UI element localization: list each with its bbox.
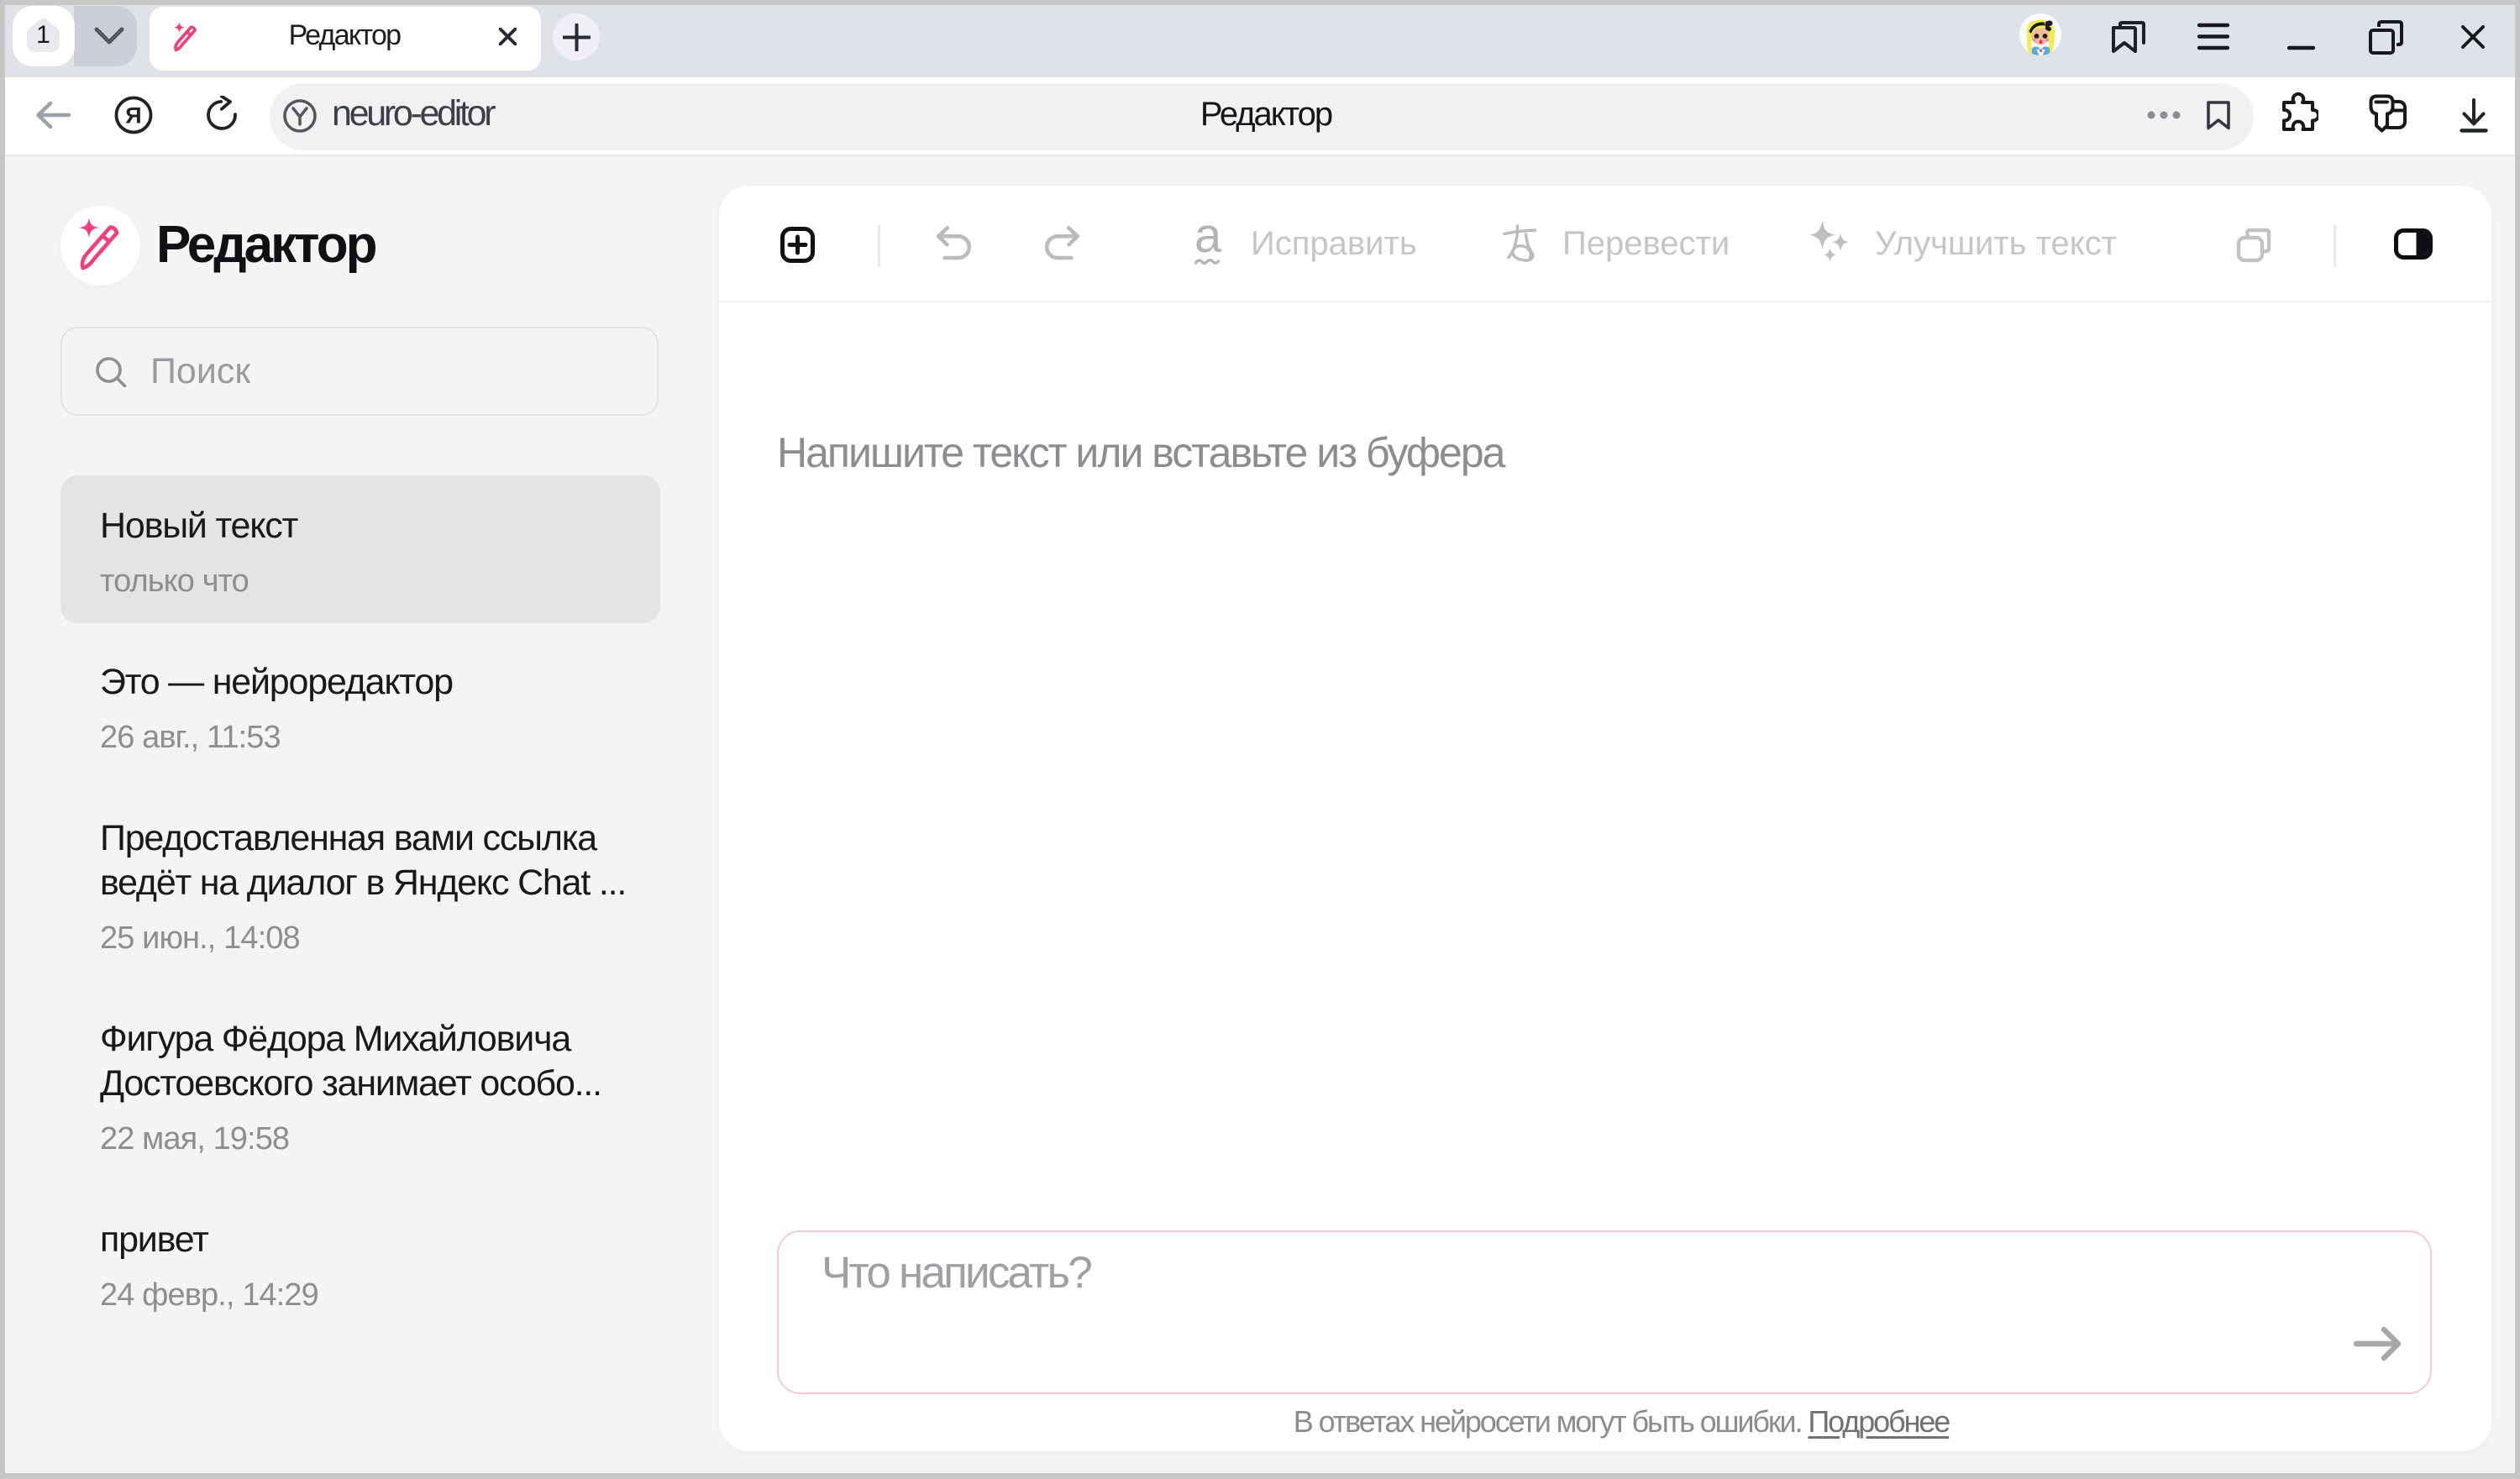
svg-text:Я: Я [125, 103, 141, 128]
